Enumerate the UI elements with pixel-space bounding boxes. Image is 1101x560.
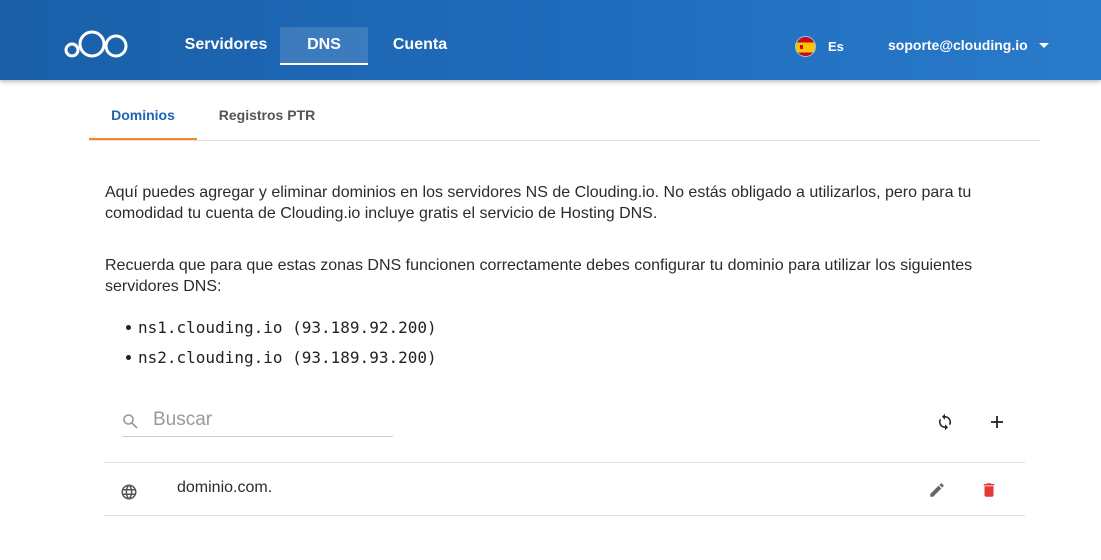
globe-icon [121, 484, 137, 500]
tab-bar: Dominios Registros PTR [89, 96, 1040, 141]
language-selector[interactable]: Es [795, 35, 844, 57]
reminder-text: Recuerda que para que estas zonas DNS fu… [105, 257, 973, 295]
top-navbar: Servidores DNS Cuenta Es soporte@cloudin… [0, 0, 1101, 80]
refresh-icon [939, 413, 951, 431]
add-domain-button[interactable] [983, 408, 1011, 436]
language-label: Es [828, 38, 844, 54]
spain-flag-icon [795, 35, 816, 57]
chevron-down-icon [1038, 43, 1049, 48]
nav-cuenta[interactable]: Cuenta [386, 27, 454, 65]
nav-dns[interactable]: DNS [280, 27, 368, 65]
domain-name[interactable]: dominio.com. [177, 479, 272, 497]
search-box [122, 404, 393, 437]
search-icon [123, 414, 138, 429]
nameserver-item: ns1.clouding.io (93.189.92.200) [126, 318, 437, 338]
trash-icon [983, 483, 995, 497]
intro-text: Aquí puedes agregar y eliminar dominios … [105, 184, 972, 222]
user-email: soporte@clouding.io [888, 37, 1028, 53]
nameserver-text: ns2.clouding.io (93.189.93.200) [138, 348, 437, 367]
user-menu[interactable]: soporte@clouding.io [888, 35, 1049, 55]
delete-domain-button[interactable] [975, 476, 1003, 504]
tab-dominios[interactable]: Dominios [89, 96, 197, 140]
nameserver-text: ns1.clouding.io (93.189.92.200) [138, 318, 437, 337]
tab-registros-ptr[interactable]: Registros PTR [197, 96, 337, 140]
refresh-button[interactable] [931, 408, 959, 436]
bullet-icon [126, 324, 131, 330]
search-input[interactable] [153, 404, 388, 436]
edit-domain-button[interactable] [923, 476, 951, 504]
pencil-icon [930, 483, 944, 497]
table-row: dominio.com. [104, 462, 1025, 516]
nav-servidores[interactable]: Servidores [180, 27, 272, 65]
clouding-logo[interactable] [64, 26, 130, 62]
nameserver-item: ns2.clouding.io (93.189.93.200) [126, 348, 437, 368]
bullet-icon [126, 354, 131, 360]
plus-icon [991, 416, 1003, 428]
